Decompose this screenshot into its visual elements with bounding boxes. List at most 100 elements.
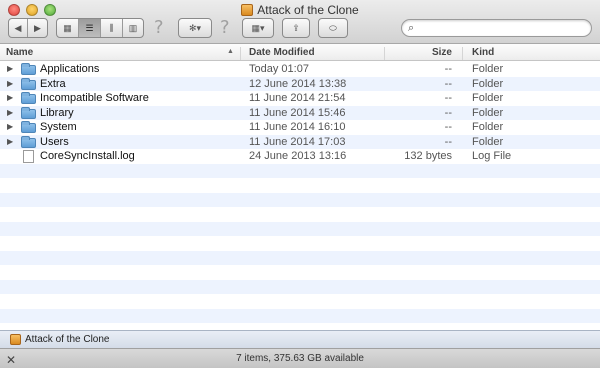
file-row[interactable]: ▶ Users 11 June 2014 17:03 -- Folder <box>0 134 600 150</box>
file-row[interactable]: ▶ System 11 June 2014 16:10 -- Folder <box>0 120 600 135</box>
document-icon <box>23 150 34 163</box>
file-date-modified: 11 June 2014 17:03 <box>249 135 346 148</box>
search-icon: ⌕ <box>408 21 415 34</box>
search-field[interactable]: ⌕ <box>401 19 592 37</box>
tags-control[interactable]: ⬭ <box>318 18 348 38</box>
empty-row <box>0 294 600 309</box>
file-name: CoreSyncInstall.log <box>40 150 135 162</box>
forward-button[interactable]: ▶ <box>28 19 47 37</box>
file-row[interactable]: ▶ Extra 12 June 2014 13:38 -- Folder <box>0 76 600 92</box>
column-headers: Name ▲ Date Modified Size Kind <box>0 44 600 61</box>
list-icon: ☰ <box>85 22 94 33</box>
empty-row <box>0 178 600 193</box>
toolbar: ◀ ▶ ▦ ☰ ⫼ ▥ ? ✻▾ ? ▦▾ ⇪ ⬭ ⌕ <box>0 17 600 40</box>
file-date-modified: 24 June 2013 13:16 <box>249 150 347 162</box>
column-header-name[interactable]: Name <box>6 47 33 58</box>
file-name: Library <box>40 106 74 119</box>
empty-row <box>0 279 600 294</box>
empty-row <box>0 192 600 207</box>
file-size: -- <box>444 92 452 104</box>
finder-window: Attack of the Clone ◀ ▶ ▦ ☰ ⫼ ▥ ? ✻▾ ? ▦… <box>0 0 600 368</box>
share-button[interactable]: ⇪ <box>283 19 309 37</box>
search-input[interactable] <box>418 22 579 34</box>
action-gear-button[interactable]: ✻▾ <box>179 19 211 37</box>
forward-arrow-icon: ▶ <box>34 22 41 33</box>
file-kind: Folder <box>472 106 504 119</box>
file-date-modified: 11 June 2014 15:46 <box>249 106 346 119</box>
disclosure-triangle-icon[interactable]: ▶ <box>7 77 13 92</box>
file-kind: Folder <box>472 92 504 104</box>
cover-flow-icon: ▥ <box>128 22 138 33</box>
file-size: -- <box>444 121 452 133</box>
sort-ascending-icon: ▲ <box>227 48 234 55</box>
column-header-kind[interactable]: Kind <box>462 47 494 60</box>
disclosure-triangle-icon[interactable]: ▶ <box>7 91 13 106</box>
file-kind: Folder <box>472 135 504 148</box>
empty-row <box>0 207 600 222</box>
folder-icon <box>21 135 36 148</box>
tags-button[interactable]: ⬭ <box>319 19 347 37</box>
file-list: ▶ Applications Today 01:07 -- Folder ▶ Extra 12… <box>0 62 600 330</box>
arrange-button[interactable]: ▦▾ <box>243 19 273 37</box>
share-icon: ⇪ <box>292 22 300 33</box>
column-header-date[interactable]: Date Modified <box>240 47 315 60</box>
list-view-button[interactable]: ☰ <box>79 19 101 37</box>
file-name: Applications <box>40 63 100 75</box>
file-date-modified: 11 June 2014 16:10 <box>249 121 346 133</box>
folder-icon <box>21 77 36 90</box>
folder-icon <box>21 121 36 133</box>
file-name: Extra <box>40 77 66 90</box>
file-date-modified: 12 June 2014 13:38 <box>249 77 347 90</box>
file-size: -- <box>444 77 452 90</box>
disclosure-triangle-icon[interactable]: ▶ <box>7 62 13 77</box>
file-kind: Folder <box>472 121 504 133</box>
columns-icon: ⫼ <box>109 22 114 33</box>
file-kind: Folder <box>472 63 504 75</box>
empty-row <box>0 308 600 323</box>
status-text: 7 items, 375.63 GB available <box>236 353 364 364</box>
disclosure-triangle-icon[interactable]: ▶ <box>7 120 13 135</box>
arrange-icon: ▦▾ <box>251 22 265 33</box>
folder-icon <box>21 92 36 104</box>
icon-view-button[interactable]: ▦ <box>57 19 79 37</box>
empty-row <box>0 250 600 265</box>
back-arrow-icon: ◀ <box>14 22 22 33</box>
tools-icon[interactable]: ✕ <box>6 351 16 370</box>
view-mode-control: ▦ ☰ ⫼ ▥ <box>56 18 144 38</box>
file-size: -- <box>444 135 452 148</box>
file-size: -- <box>444 63 452 75</box>
file-name: Users <box>40 135 69 148</box>
file-row[interactable]: CoreSyncInstall.log 24 June 2013 13:16 132… <box>0 149 600 164</box>
help-question-icon[interactable]: ? <box>154 17 164 38</box>
file-row[interactable]: ▶ Incompatible Software 11 June 2014 21:54… <box>0 91 600 106</box>
disclosure-triangle-icon[interactable]: ▶ <box>7 106 13 121</box>
column-header-size[interactable]: Size <box>384 47 462 60</box>
file-date-modified: 11 June 2014 21:54 <box>249 92 346 104</box>
file-name: System <box>40 121 77 133</box>
window-title-text: Attack of the Clone <box>257 3 359 17</box>
help-question-icon-2[interactable]: ? <box>220 17 230 38</box>
icon-grid-icon: ▦ <box>63 22 72 33</box>
file-row[interactable]: ▶ Library 11 June 2014 15:46 -- Folder <box>0 105 600 121</box>
disk-image-icon <box>10 334 21 345</box>
file-date-modified: Today 01:07 <box>249 63 309 75</box>
share-control[interactable]: ⇪ <box>282 18 310 38</box>
disclosure-triangle-icon[interactable]: ▶ <box>7 135 13 150</box>
tag-icon: ⬭ <box>329 22 337 33</box>
file-row[interactable]: ▶ Applications Today 01:07 -- Folder <box>0 62 600 77</box>
action-menu[interactable]: ✻▾ <box>178 18 212 38</box>
path-bar: Attack of the Clone <box>0 330 600 348</box>
title-toolbar: Attack of the Clone ◀ ▶ ▦ ☰ ⫼ ▥ ? ✻▾ ? ▦… <box>0 0 600 44</box>
back-button[interactable]: ◀ <box>9 19 28 37</box>
empty-row <box>0 163 600 178</box>
window-title: Attack of the Clone <box>0 3 600 17</box>
status-bar: ✕ 7 items, 375.63 GB available <box>0 348 600 368</box>
path-bar-label[interactable]: Attack of the Clone <box>25 334 110 345</box>
folder-icon <box>21 63 36 75</box>
cover-flow-button[interactable]: ▥ <box>123 19 143 37</box>
back-forward-control: ◀ ▶ <box>8 18 48 38</box>
column-view-button[interactable]: ⫼ <box>101 19 123 37</box>
folder-icon <box>21 106 36 119</box>
arrange-menu[interactable]: ▦▾ <box>242 18 274 38</box>
file-size: -- <box>444 106 452 119</box>
